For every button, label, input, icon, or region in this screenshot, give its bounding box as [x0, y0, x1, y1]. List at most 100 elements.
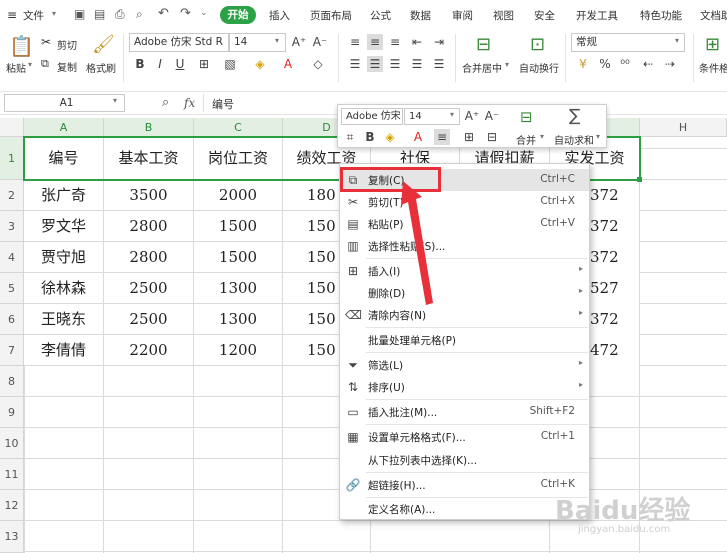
- mini-merge-button[interactable]: 合并: [516, 132, 536, 147]
- percent-icon[interactable]: %: [597, 56, 613, 72]
- table-cell[interactable]: 贾守旭: [24, 242, 104, 273]
- mini-autosum-chevron-icon[interactable]: ▾: [596, 132, 600, 141]
- align-right-icon[interactable]: ☰: [387, 56, 403, 72]
- row-header[interactable]: 7: [0, 335, 24, 366]
- table-cell[interactable]: 李倩倩: [24, 335, 104, 366]
- currency-icon[interactable]: ¥: [575, 56, 591, 72]
- table-cell[interactable]: 3500: [104, 180, 194, 211]
- justify-icon[interactable]: ☰: [409, 56, 425, 72]
- column-header-c[interactable]: C: [194, 118, 283, 137]
- table-cell[interactable]: 372: [590, 304, 619, 335]
- conditional-format-icon[interactable]: ⊞: [705, 34, 720, 55]
- save-icon[interactable]: ▣: [74, 7, 85, 21]
- grow-font-icon[interactable]: A⁺: [291, 34, 307, 50]
- mini-fill-color-icon[interactable]: ◈: [382, 129, 398, 145]
- row-header[interactable]: 6: [0, 304, 24, 335]
- file-menu[interactable]: 文件: [23, 8, 44, 23]
- menu-item-delete[interactable]: 删除(D) ▸: [340, 282, 589, 304]
- menu-item-define-name[interactable]: 定义名称(A)...: [340, 498, 589, 520]
- menu-item-clear-contents[interactable]: ⌫ 清除内容(N) ▸: [340, 304, 589, 326]
- mini-font-size-chevron-icon[interactable]: ▾: [450, 110, 454, 119]
- mini-shrink-font-icon[interactable]: A⁻: [484, 108, 500, 124]
- fill-pattern-icon[interactable]: ▧: [222, 56, 238, 72]
- tab-doc-assistant[interactable]: 文档助: [700, 8, 727, 23]
- menu-item-format-cells[interactable]: ▦ 设置单元格格式(F)... Ctrl+1: [340, 426, 589, 448]
- conditional-format-button[interactable]: 条件格: [699, 60, 727, 75]
- select-all-corner[interactable]: [0, 118, 24, 137]
- row-header[interactable]: 8: [0, 366, 24, 397]
- number-format-chevron-icon[interactable]: ▾: [675, 36, 679, 45]
- wrap-text-button[interactable]: 自动换行: [519, 60, 559, 75]
- paste-icon[interactable]: 📋: [9, 34, 34, 58]
- table-cell[interactable]: 1300: [194, 273, 283, 304]
- menu-item-insert-comment[interactable]: ▭ 插入批注(M)... Shift+F2: [340, 401, 589, 423]
- table-cell[interactable]: 372: [590, 242, 619, 273]
- align-center-icon[interactable]: ☰: [367, 56, 383, 72]
- table-cell[interactable]: 1200: [194, 335, 283, 366]
- table-cell[interactable]: 2500: [104, 304, 194, 335]
- menu-item-paste[interactable]: ▤ 粘贴(P) Ctrl+V: [340, 213, 589, 235]
- font-name-select[interactable]: Adobe 仿宋 Std R: [129, 33, 229, 52]
- menu-item-cut[interactable]: ✂ 剪切(T) Ctrl+X: [340, 191, 589, 213]
- thousands-icon[interactable]: ⁰⁰: [617, 56, 633, 72]
- table-cell[interactable]: 2200: [104, 335, 194, 366]
- tab-start[interactable]: 开始: [220, 6, 256, 24]
- tab-security[interactable]: 安全: [534, 8, 555, 23]
- print-preview-icon[interactable]: ⌕: [136, 7, 143, 22]
- table-cell[interactable]: 2800: [104, 211, 194, 242]
- copy-icon[interactable]: ⧉: [41, 57, 49, 71]
- column-header-b[interactable]: B: [104, 118, 194, 137]
- tab-page-layout[interactable]: 页面布局: [310, 8, 352, 23]
- mini-font-name-select[interactable]: Adobe 仿宋: [341, 108, 403, 125]
- customize-chevron-icon[interactable]: ⌄: [200, 8, 208, 18]
- column-header-h[interactable]: H: [640, 118, 727, 137]
- zoom-icon[interactable]: ⌕: [162, 95, 169, 110]
- row-header[interactable]: 10: [0, 428, 24, 459]
- table-cell[interactable]: 王晓东: [24, 304, 104, 335]
- merge-chevron-icon[interactable]: ▾: [505, 60, 509, 69]
- tab-formulas[interactable]: 公式: [370, 8, 391, 23]
- underline-icon[interactable]: U: [172, 56, 188, 72]
- paste-button[interactable]: 粘贴: [6, 60, 26, 75]
- row-header[interactable]: 12: [0, 490, 24, 521]
- table-cell[interactable]: 2000: [194, 180, 283, 211]
- sigma-icon[interactable]: ∑: [569, 106, 580, 126]
- table-cell[interactable]: 372: [590, 180, 619, 211]
- row-header[interactable]: 3: [0, 211, 24, 242]
- row-header[interactable]: 1: [0, 137, 24, 180]
- column-header-a[interactable]: A: [24, 118, 104, 137]
- indent-right-icon[interactable]: ⇥: [431, 34, 447, 50]
- tab-view[interactable]: 视图: [493, 8, 514, 23]
- table-cell[interactable]: 527: [590, 273, 619, 304]
- align-left-icon[interactable]: ☰: [347, 56, 363, 72]
- table-cell[interactable]: 罗文华: [24, 211, 104, 242]
- tab-data[interactable]: 数据: [410, 8, 431, 23]
- mini-align-center-icon[interactable]: ≡: [434, 129, 450, 145]
- paste-chevron-icon[interactable]: ▾: [28, 60, 32, 69]
- format-painter-icon[interactable]: 🖌: [92, 34, 115, 55]
- print-icon[interactable]: ⎙: [115, 7, 125, 22]
- table-cell[interactable]: 2800: [104, 242, 194, 273]
- mini-format-painter-icon[interactable]: ⌗: [342, 129, 358, 145]
- menu-item-hyperlink[interactable]: 🔗 超链接(H)... Ctrl+K: [340, 474, 589, 496]
- row-header[interactable]: 13: [0, 521, 24, 553]
- export-pdf-icon[interactable]: ▤: [94, 7, 105, 21]
- bold-icon[interactable]: B: [132, 56, 148, 72]
- number-format-select[interactable]: 常规: [571, 33, 685, 52]
- font-size-chevron-icon[interactable]: ▾: [275, 36, 279, 45]
- mini-font-color-icon[interactable]: A: [410, 129, 426, 145]
- row-header[interactable]: 2: [0, 180, 24, 211]
- decrease-decimal-icon[interactable]: ⇢: [662, 56, 678, 72]
- table-cell[interactable]: 张广奇: [24, 180, 104, 211]
- clear-format-icon[interactable]: ◇: [310, 56, 326, 72]
- format-painter-button[interactable]: 格式刷: [86, 60, 116, 75]
- mini-autosum-button[interactable]: 自动求和: [554, 132, 594, 147]
- tab-developer[interactable]: 开发工具: [576, 8, 618, 23]
- row-header[interactable]: 4: [0, 242, 24, 273]
- menu-item-paste-special[interactable]: ▥ 选择性粘贴(S)...: [340, 235, 589, 257]
- menu-item-batch-cells[interactable]: 批量处理单元格(P): [340, 329, 589, 351]
- indent-left-icon[interactable]: ⇤: [409, 34, 425, 50]
- table-cell[interactable]: 1500: [194, 242, 283, 273]
- table-cell[interactable]: 1500: [194, 211, 283, 242]
- table-cell[interactable]: 徐林森: [24, 273, 104, 304]
